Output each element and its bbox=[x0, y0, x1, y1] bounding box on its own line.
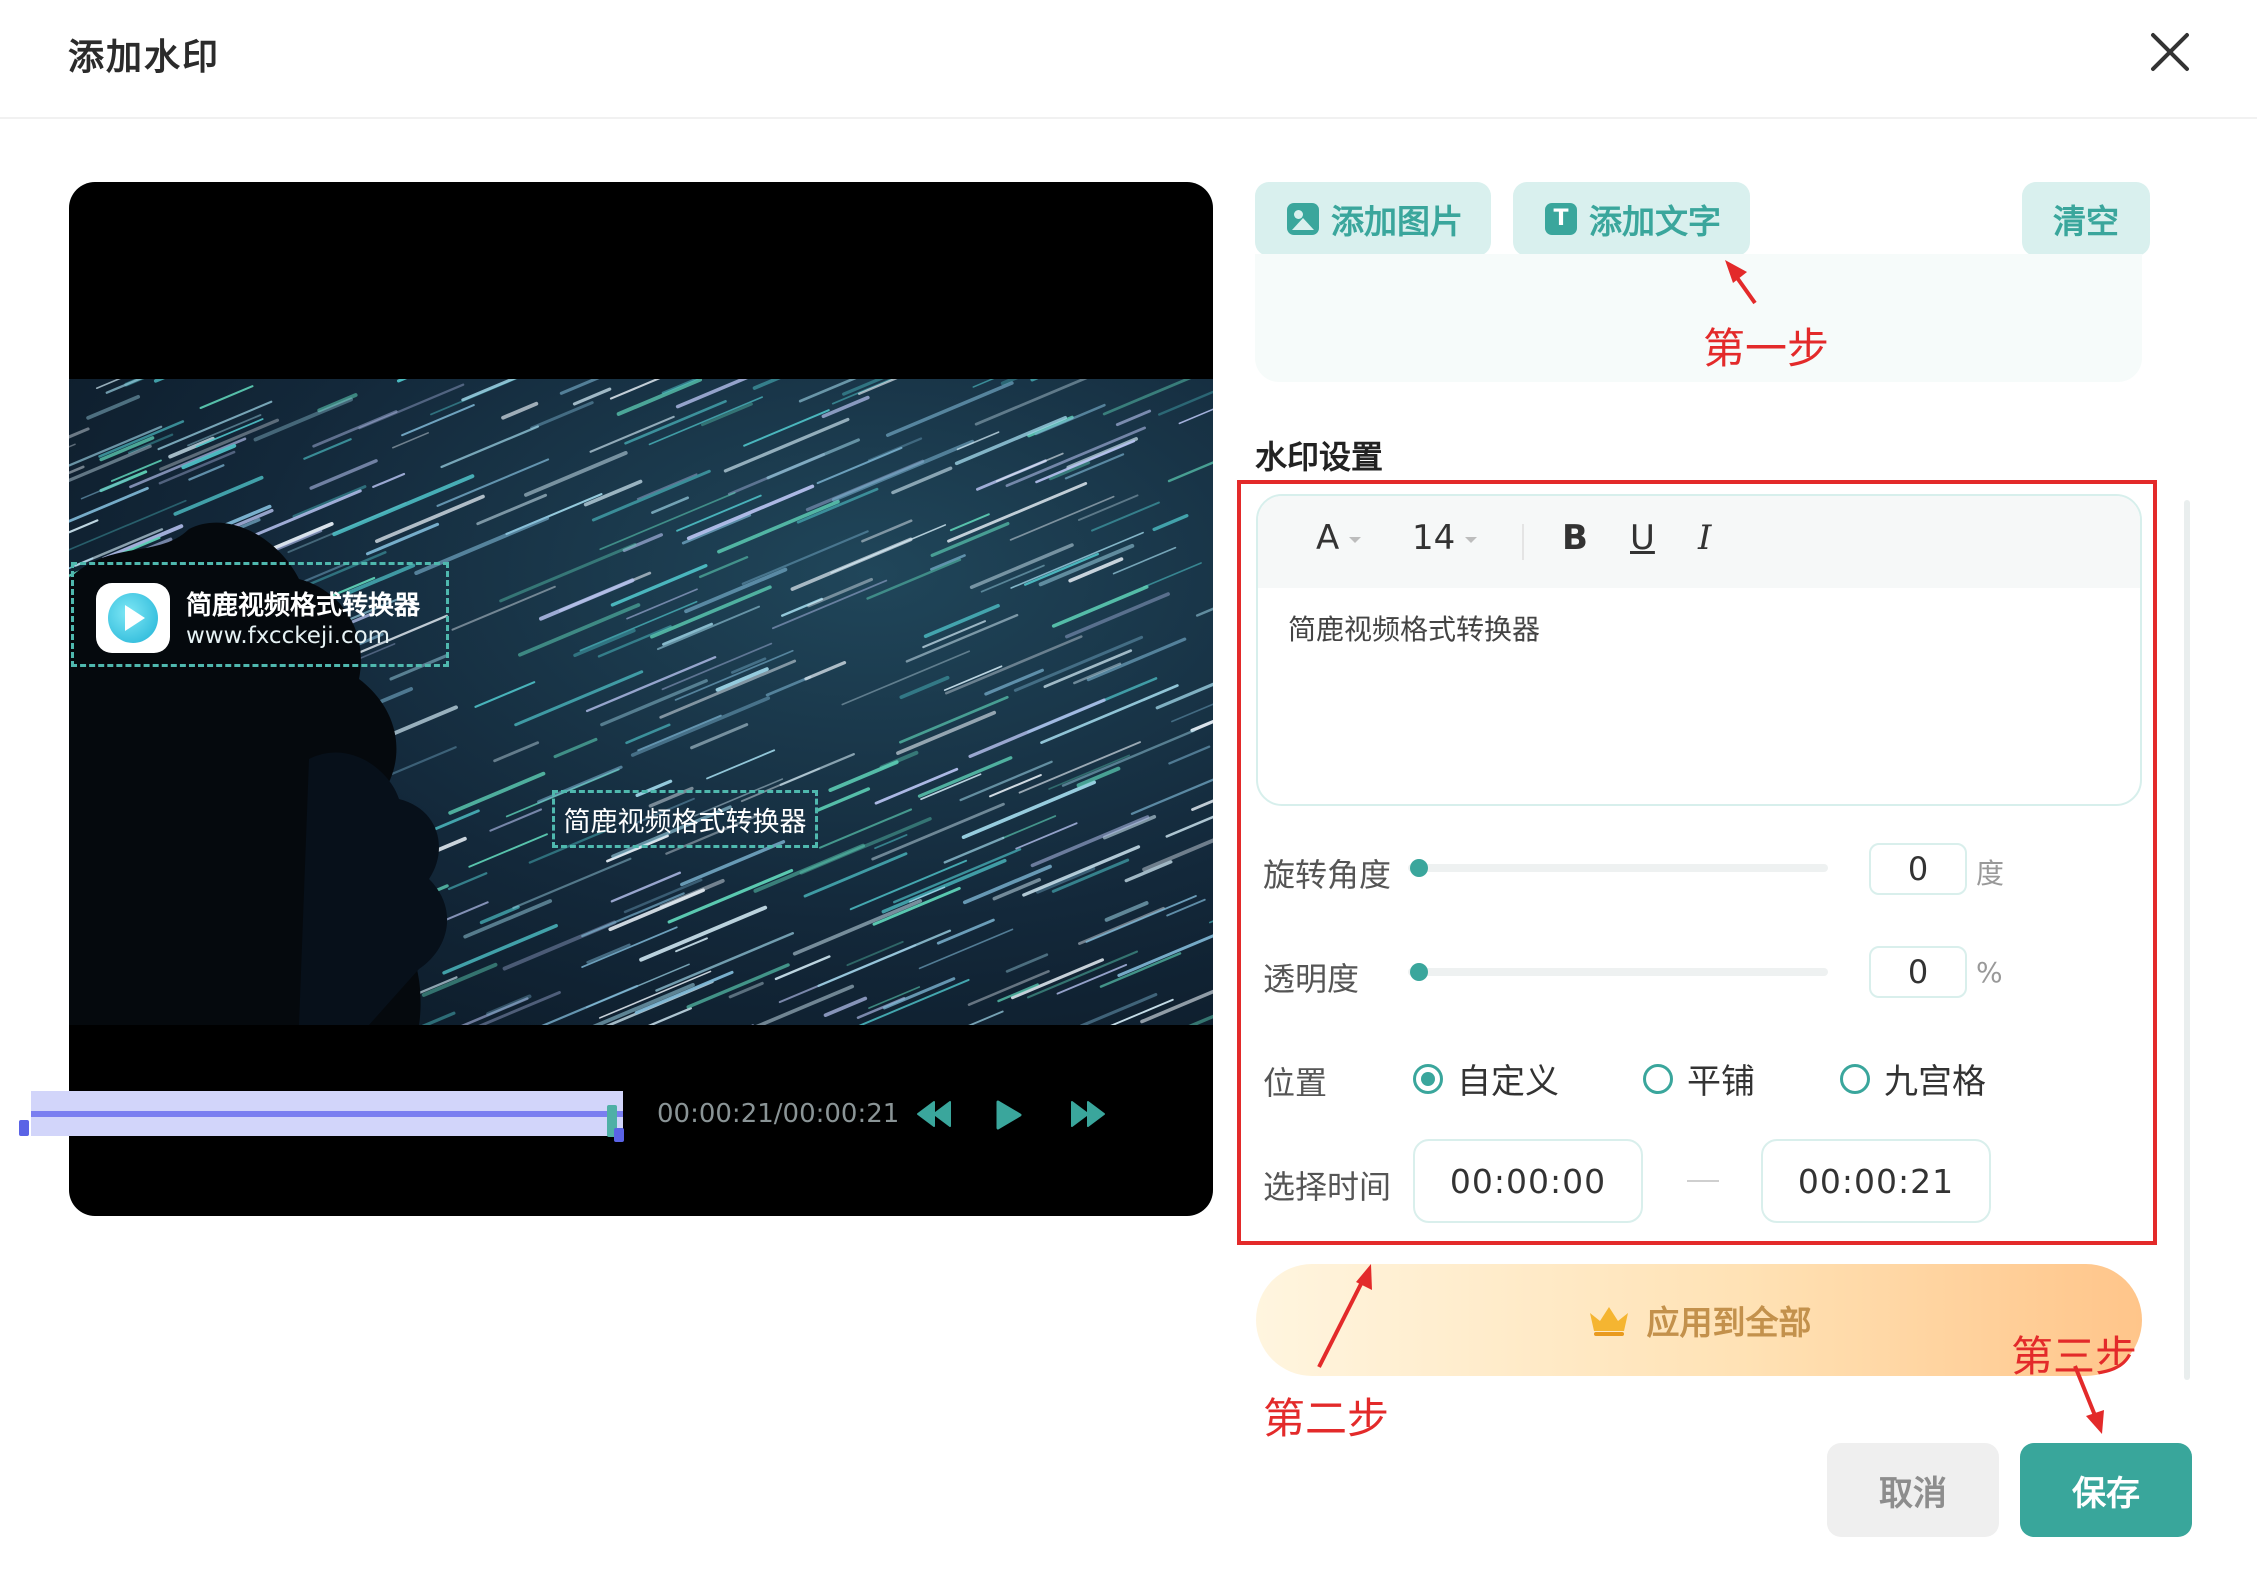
text-icon bbox=[1545, 203, 1577, 235]
apply-to-all-button[interactable]: 应用到全部 bbox=[1256, 1264, 2142, 1376]
trim-end-handle[interactable] bbox=[614, 1128, 624, 1142]
apply-to-all-label: 应用到全部 bbox=[1647, 1296, 1812, 1344]
watermark-list-area bbox=[1255, 254, 2142, 382]
step-one-annotation: 第一步 bbox=[1703, 315, 1829, 376]
video-preview-panel: 简鹿视频格式转换器 www.fxcckeji.com 简鹿视频格式转换器 bbox=[69, 182, 1213, 1216]
add-text-button[interactable]: 添加文字 bbox=[1513, 182, 1750, 256]
trim-start-handle[interactable] bbox=[19, 1120, 29, 1136]
logo-watermark-url: www.fxcckeji.com bbox=[186, 623, 390, 649]
annotation-highlight-box bbox=[1237, 480, 2157, 1245]
step-two-annotation: 第二步 bbox=[1263, 1385, 1389, 1446]
save-button[interactable]: 保存 bbox=[2020, 1443, 2192, 1537]
add-image-button[interactable]: 添加图片 bbox=[1255, 182, 1491, 256]
video-frame: 简鹿视频格式转换器 www.fxcckeji.com 简鹿视频格式转换器 bbox=[69, 182, 1213, 1216]
image-icon bbox=[1287, 203, 1319, 235]
add-image-label: 添加图片 bbox=[1331, 195, 1463, 243]
text-watermark[interactable]: 简鹿视频格式转换器 bbox=[552, 790, 818, 848]
add-text-label: 添加文字 bbox=[1589, 195, 1721, 243]
play-icon[interactable] bbox=[994, 1100, 1022, 1130]
video-scene-image: 简鹿视频格式转换器 www.fxcckeji.com 简鹿视频格式转换器 bbox=[69, 379, 1213, 1025]
trim-progress-line bbox=[31, 1111, 623, 1117]
header-divider bbox=[0, 117, 2257, 119]
crown-icon bbox=[1587, 1303, 1631, 1337]
fast-forward-icon[interactable] bbox=[1070, 1100, 1106, 1128]
rewind-icon[interactable] bbox=[916, 1100, 952, 1128]
dialog-title: 添加水印 bbox=[68, 28, 220, 80]
cancel-button[interactable]: 取消 bbox=[1827, 1443, 1999, 1537]
scrollbar[interactable] bbox=[2184, 500, 2190, 1380]
step-three-annotation: 第三步 bbox=[2011, 1323, 2137, 1384]
time-readout: 00:00:21/00:00:21 bbox=[657, 1099, 899, 1129]
logo-watermark[interactable]: 简鹿视频格式转换器 www.fxcckeji.com bbox=[71, 562, 449, 667]
settings-heading: 水印设置 bbox=[1255, 432, 1383, 478]
app-logo-icon bbox=[96, 583, 170, 653]
clear-button[interactable]: 清空 bbox=[2022, 182, 2150, 256]
close-icon[interactable] bbox=[2140, 22, 2200, 82]
logo-watermark-name: 简鹿视频格式转换器 bbox=[186, 585, 420, 622]
